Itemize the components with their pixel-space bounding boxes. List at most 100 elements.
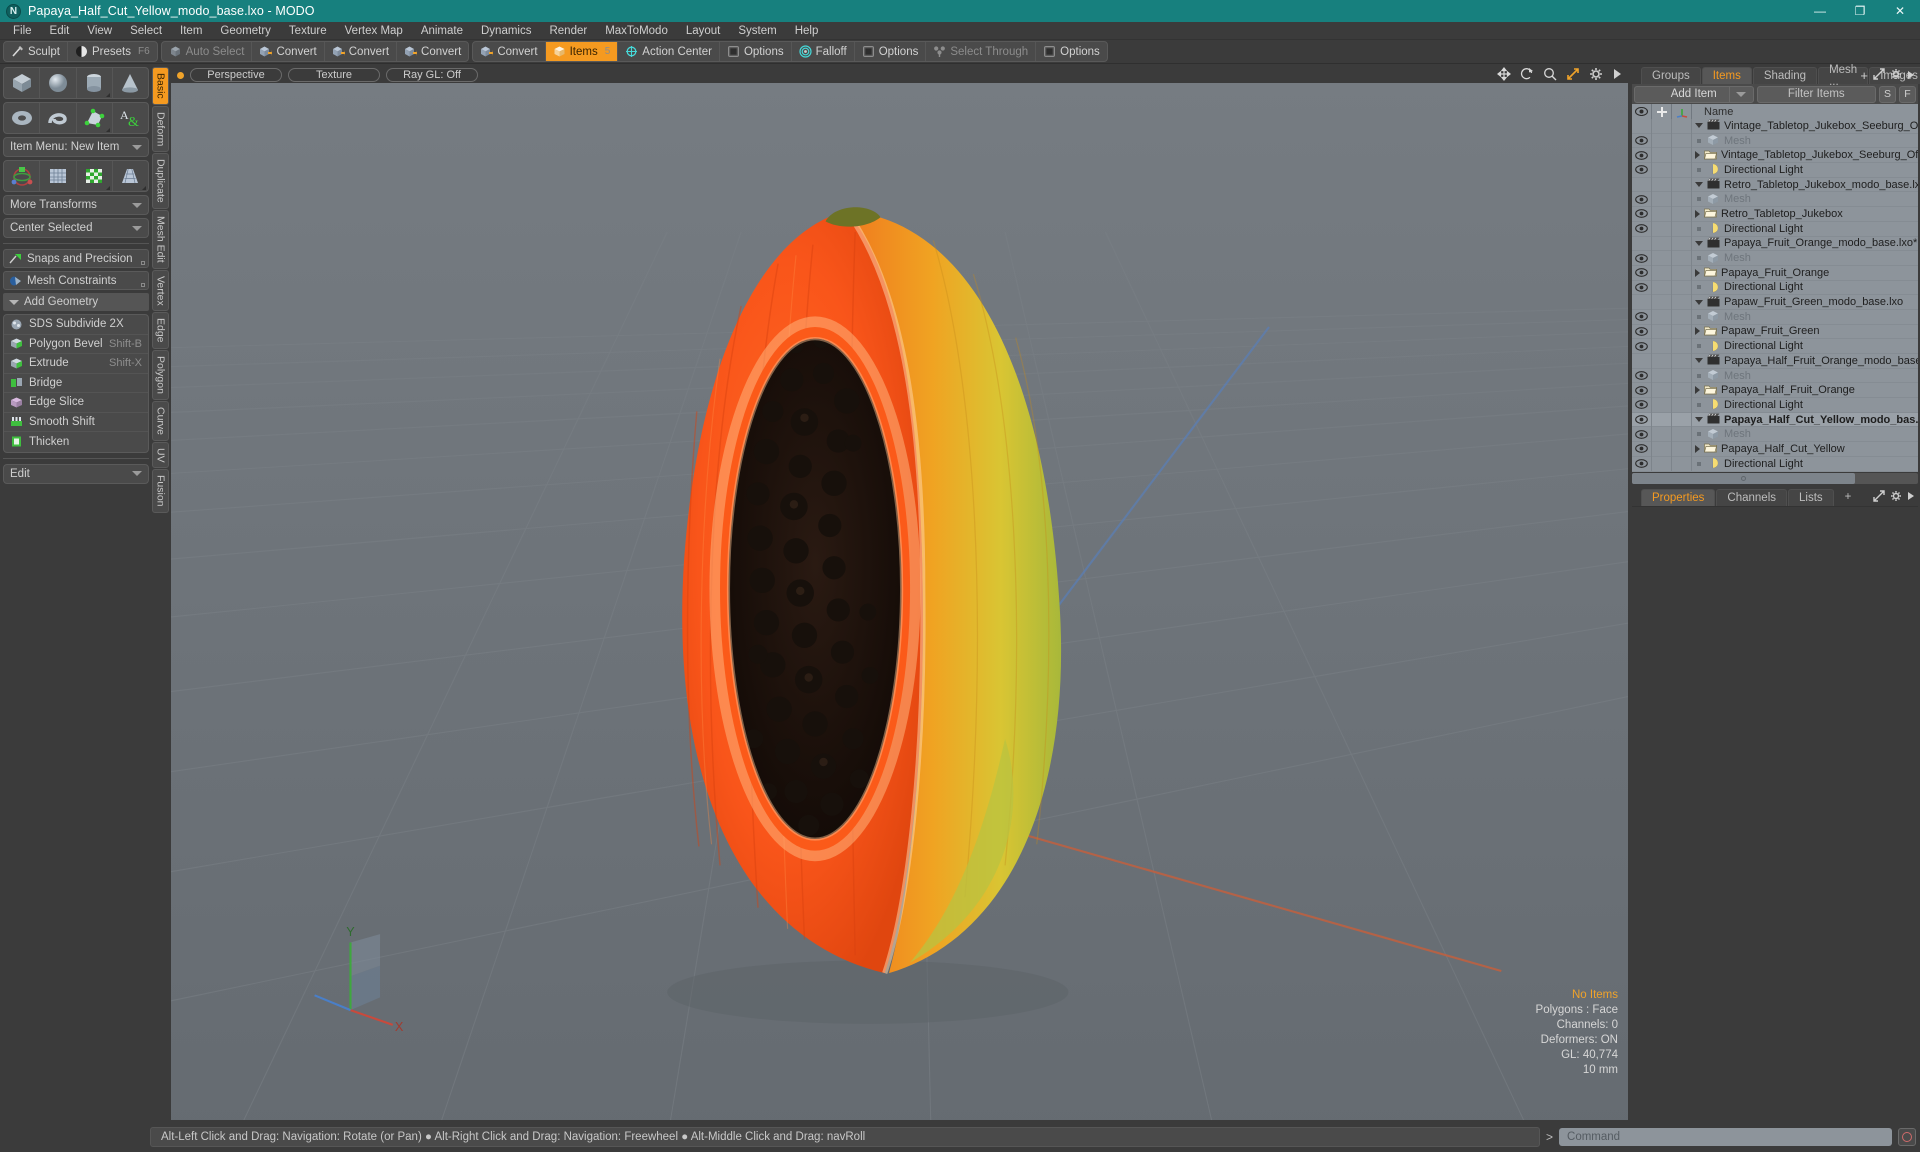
vertical-tab-edge[interactable]: Edge xyxy=(152,312,169,349)
expand-marker[interactable] xyxy=(141,261,145,265)
menu-item-help[interactable]: Help xyxy=(786,22,828,40)
lock-cell[interactable] xyxy=(1652,382,1672,398)
item-name-cell[interactable]: Mesh xyxy=(1692,428,1918,441)
gear-icon[interactable] xyxy=(1890,490,1902,505)
right-tab-items[interactable]: Items xyxy=(1701,67,1752,84)
visibility-eye-icon[interactable] xyxy=(1632,119,1652,134)
geometry-item-edge-slice[interactable]: Edge Slice xyxy=(4,393,148,413)
chevron-down-icon[interactable] xyxy=(1695,358,1703,364)
lock-column-icon[interactable] xyxy=(1652,104,1672,119)
transform-cell[interactable] xyxy=(1672,324,1692,339)
item-list-hscrollbar[interactable] xyxy=(1632,472,1918,484)
taper-icon[interactable] xyxy=(113,161,148,191)
visibility-eye-icon[interactable] xyxy=(1632,324,1652,339)
transform-cell[interactable] xyxy=(1672,353,1692,369)
cylinder-icon[interactable] xyxy=(77,68,113,98)
visibility-eye-icon[interactable] xyxy=(1632,147,1652,163)
chevron-right-icon[interactable] xyxy=(1695,209,1700,218)
minimize-button[interactable]: — xyxy=(1800,0,1840,22)
visibility-eye-icon[interactable] xyxy=(1632,280,1652,295)
viewport-shading-button[interactable]: Texture xyxy=(288,68,380,82)
chevron-right-icon[interactable] xyxy=(1695,444,1700,453)
lock-cell[interactable] xyxy=(1652,206,1672,222)
item-list-row[interactable]: Directional Light xyxy=(1632,162,1918,178)
geometry-item-polygon-bevel[interactable]: Polygon Bevel Shift-B xyxy=(4,335,148,354)
transform-column-icon[interactable] xyxy=(1672,104,1692,119)
item-list-row[interactable]: Papaw_Fruit_Green xyxy=(1632,324,1918,340)
gear-icon[interactable] xyxy=(1589,67,1603,84)
play-icon[interactable] xyxy=(1907,490,1915,504)
visibility-eye-icon[interactable] xyxy=(1632,412,1652,427)
item-list-row[interactable]: Retro_Tabletop_Jukebox xyxy=(1632,206,1918,222)
lock-cell[interactable] xyxy=(1652,353,1672,369)
viewport-indicator-icon[interactable] xyxy=(177,71,184,79)
edit-dropdown[interactable]: Edit xyxy=(3,463,149,484)
expand-marker[interactable] xyxy=(141,283,145,287)
visibility-eye-icon[interactable] xyxy=(1632,250,1652,266)
item-list-row[interactable]: Papaya_Half_Cut_Yellow xyxy=(1632,441,1918,457)
item-list-row[interactable]: Vintage_Tabletop_Jukebox_Seeburg_Of... xyxy=(1632,147,1918,164)
visibility-eye-icon[interactable] xyxy=(1632,162,1652,178)
lock-cell[interactable] xyxy=(1652,456,1672,471)
lock-cell[interactable] xyxy=(1652,119,1672,134)
item-list[interactable]: Vintage_Tabletop_Jukebox_Seeburg_Off_ ..… xyxy=(1632,119,1918,472)
item-menu-dropdown[interactable]: Item Menu: New Item xyxy=(3,137,149,157)
play-icon[interactable] xyxy=(1612,68,1622,83)
item-name-cell[interactable]: Papaw_Fruit_Green_modo_base.lxo xyxy=(1692,296,1918,309)
item-name-cell[interactable]: Papaya_Half_Fruit_Orange_modo_base.lxo xyxy=(1692,354,1918,367)
transform-cell[interactable] xyxy=(1672,191,1692,207)
toolbar-convert-button[interactable]: Convert xyxy=(473,42,546,61)
add-tab-button[interactable]: + xyxy=(1860,68,1868,83)
transform-cell[interactable] xyxy=(1672,119,1692,134)
menu-item-vertex-map[interactable]: Vertex Map xyxy=(336,22,412,40)
item-list-row[interactable]: Mesh xyxy=(1632,250,1918,266)
add-properties-tab-button[interactable]: + xyxy=(1835,489,1862,506)
properties-tab-channels[interactable]: Channels xyxy=(1716,488,1788,506)
maximize-button[interactable]: ❐ xyxy=(1840,0,1880,22)
geometry-item-extrude[interactable]: Extrude Shift-X xyxy=(4,354,148,374)
vertical-tab-polygon[interactable]: Polygon xyxy=(152,349,169,400)
item-list-row[interactable]: Papaya_Half_Fruit_Orange_modo_base.lxo xyxy=(1632,353,1918,369)
add-geometry-header[interactable]: Add Geometry xyxy=(3,293,149,311)
scrollbar-thumb[interactable] xyxy=(1632,472,1856,484)
item-list-row[interactable]: Directional Light xyxy=(1632,280,1918,296)
menu-item-texture[interactable]: Texture xyxy=(280,22,336,40)
item-name-cell[interactable]: Mesh xyxy=(1692,369,1918,382)
lock-cell[interactable] xyxy=(1652,426,1672,442)
visibility-eye-icon[interactable] xyxy=(1632,206,1652,222)
toolbar-convert-button[interactable]: Convert xyxy=(325,42,398,61)
menu-item-dynamics[interactable]: Dynamics xyxy=(472,22,540,40)
vertical-tab-fusion[interactable]: Fusion xyxy=(152,469,169,513)
transform-cell[interactable] xyxy=(1672,294,1692,310)
toolbar-options-button[interactable]: Options xyxy=(1036,42,1107,61)
visibility-eye-icon[interactable] xyxy=(1632,177,1652,192)
toolbar-items-button[interactable]: Items 5 xyxy=(545,42,619,61)
chevron-right-icon[interactable] xyxy=(1695,386,1700,395)
menu-item-render[interactable]: Render xyxy=(540,22,596,40)
item-name-cell[interactable]: Papaw_Fruit_Green xyxy=(1692,325,1918,338)
vertical-tab-vertex[interactable]: Vertex xyxy=(152,269,169,312)
lock-cell[interactable] xyxy=(1652,338,1672,354)
item-name-cell[interactable]: Papaya_Fruit_Orange_modo_base.lxo* xyxy=(1692,237,1918,250)
transform-cell[interactable] xyxy=(1672,426,1692,442)
filter-f-button[interactable]: F xyxy=(1899,85,1916,103)
lock-cell[interactable] xyxy=(1652,441,1672,457)
command-input[interactable]: Command xyxy=(1559,1128,1892,1146)
menu-item-system[interactable]: System xyxy=(729,22,785,40)
lock-cell[interactable] xyxy=(1652,309,1672,325)
viewport-raygl-button[interactable]: Ray GL: Off xyxy=(386,68,478,82)
item-list-row[interactable]: Mesh xyxy=(1632,426,1918,443)
polygon-icon[interactable] xyxy=(77,103,113,133)
viewport-mode-button[interactable]: Perspective xyxy=(190,68,282,82)
lock-cell[interactable] xyxy=(1652,324,1672,339)
item-name-cell[interactable]: Vintage_Tabletop_Jukebox_Seeburg_Off_ ..… xyxy=(1692,119,1918,132)
torus-icon[interactable] xyxy=(4,103,41,133)
vertical-tab-deform[interactable]: Deform xyxy=(152,105,169,153)
chevron-down-icon[interactable] xyxy=(1695,299,1703,305)
visibility-eye-icon[interactable] xyxy=(1632,309,1652,325)
chevron-down-icon[interactable] xyxy=(1695,240,1703,246)
transform-cell[interactable] xyxy=(1672,456,1692,471)
vertical-tab-mesh-edit[interactable]: Mesh Edit xyxy=(152,209,169,269)
item-name-cell[interactable]: Directional Light xyxy=(1692,398,1918,411)
toolbar-presets-button[interactable]: Presets F6 xyxy=(68,42,157,61)
